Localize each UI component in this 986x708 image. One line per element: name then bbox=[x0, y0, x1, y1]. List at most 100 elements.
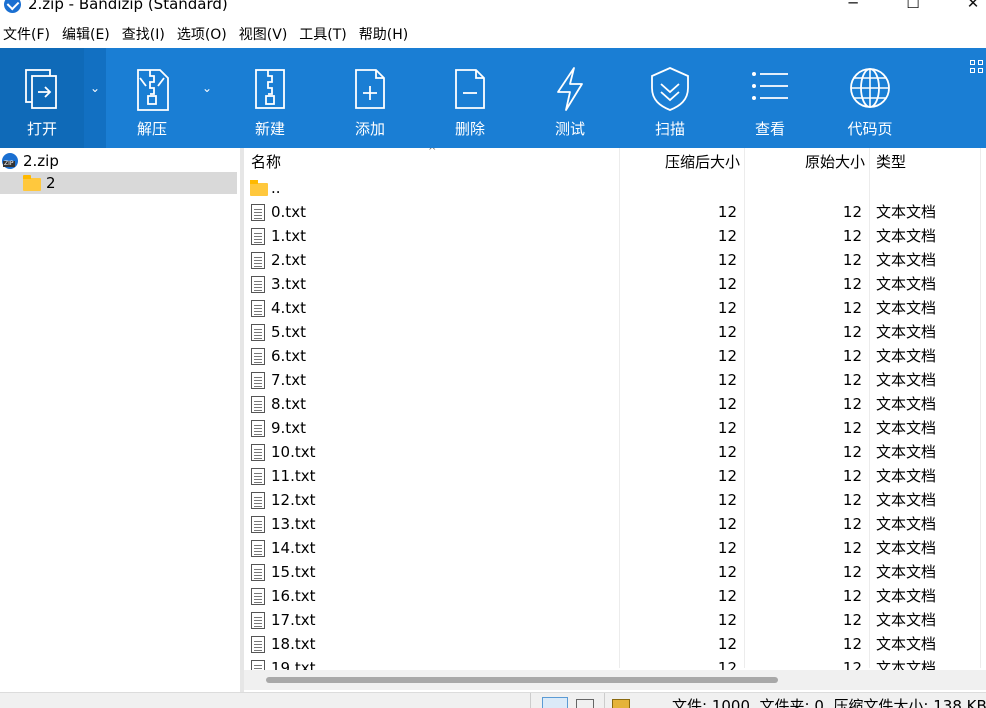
new-button[interactable]: 新建 bbox=[230, 48, 310, 148]
folder-icon bbox=[23, 175, 41, 191]
file-row[interactable]: 10.txt 12 12 文本文档 bbox=[244, 440, 986, 464]
compressed-size: 12 bbox=[717, 587, 737, 605]
text-file-icon bbox=[251, 516, 265, 533]
menu-file[interactable]: 文件(F) bbox=[0, 24, 56, 46]
file-row[interactable]: 4.txt 12 12 文本文档 bbox=[244, 296, 986, 320]
original-size: 12 bbox=[842, 611, 862, 629]
compressed-size: 12 bbox=[717, 539, 737, 557]
codepage-label: 代码页 bbox=[847, 120, 893, 138]
text-file-icon bbox=[251, 300, 265, 317]
file-row[interactable]: 16.txt 12 12 文本文档 bbox=[244, 584, 986, 608]
file-type: 文本文档 bbox=[876, 299, 937, 317]
text-file-icon bbox=[251, 444, 265, 461]
add-file-icon bbox=[355, 69, 385, 109]
zip-archive-icon bbox=[2, 153, 18, 169]
menu-find[interactable]: 查找(I) bbox=[119, 24, 171, 46]
file-row[interactable]: 1.txt 12 12 文本文档 bbox=[244, 224, 986, 248]
file-row[interactable]: 3.txt 12 12 文本文档 bbox=[244, 272, 986, 296]
file-row[interactable]: 18.txt 12 12 文本文档 bbox=[244, 632, 986, 656]
file-type: 文本文档 bbox=[876, 515, 937, 533]
file-row[interactable]: 12.txt 12 12 文本文档 bbox=[244, 488, 986, 512]
file-name: 1.txt bbox=[271, 227, 306, 245]
layout-grid-icon[interactable] bbox=[970, 60, 984, 74]
text-file-icon bbox=[251, 204, 265, 221]
maximize-button[interactable]: ☐ bbox=[890, 0, 936, 14]
menu-tools[interactable]: 工具(T) bbox=[296, 24, 352, 46]
file-name: 17.txt bbox=[271, 611, 316, 629]
file-type: 文本文档 bbox=[876, 395, 937, 413]
menu-view[interactable]: 视图(V) bbox=[236, 24, 294, 46]
file-row[interactable]: 15.txt 12 12 文本文档 bbox=[244, 560, 986, 584]
file-name: 8.txt bbox=[271, 395, 306, 413]
file-row[interactable]: 8.txt 12 12 文本文档 bbox=[244, 392, 986, 416]
column-header-name[interactable]: 名称 bbox=[251, 148, 281, 176]
details-view-icon[interactable] bbox=[542, 697, 568, 708]
minimize-button[interactable]: ─ bbox=[830, 0, 876, 14]
file-row[interactable]: 11.txt 12 12 文本文档 bbox=[244, 464, 986, 488]
bandizip-logo-icon bbox=[4, 0, 21, 13]
file-name: 6.txt bbox=[271, 347, 306, 365]
column-header-original[interactable]: 原始大小 bbox=[805, 148, 865, 176]
delete-label: 删除 bbox=[454, 120, 485, 138]
open-button[interactable]: 打开 bbox=[0, 48, 84, 148]
tree-item-archive[interactable]: 2.zip bbox=[0, 150, 237, 172]
compressed-size: 12 bbox=[717, 491, 737, 509]
file-name: 5.txt bbox=[271, 323, 306, 341]
original-size: 12 bbox=[842, 371, 862, 389]
tree-item-label: 2 bbox=[46, 174, 56, 192]
original-size: 12 bbox=[842, 443, 862, 461]
tree-item-label: 2.zip bbox=[23, 152, 59, 170]
file-row[interactable]: 17.txt 12 12 文本文档 bbox=[244, 608, 986, 632]
compressed-size: 12 bbox=[717, 611, 737, 629]
test-button[interactable]: 测试 bbox=[530, 48, 610, 148]
column-header-compressed[interactable]: 压缩后大小 bbox=[665, 148, 740, 176]
file-type: 文本文档 bbox=[876, 587, 937, 605]
file-row[interactable]: 6.txt 12 12 文本文档 bbox=[244, 344, 986, 368]
new-label: 新建 bbox=[254, 120, 285, 138]
scan-button[interactable]: 扫描 bbox=[630, 48, 710, 148]
list-view-icon[interactable] bbox=[576, 699, 594, 708]
file-name: 13.txt bbox=[271, 515, 316, 533]
compressed-size: 12 bbox=[717, 563, 737, 581]
parent-folder-row[interactable]: .. bbox=[244, 176, 986, 200]
delete-button[interactable]: 删除 bbox=[430, 48, 510, 148]
open-dropdown-arrow[interactable]: ⌄ bbox=[84, 48, 106, 148]
compressed-size: 12 bbox=[717, 299, 737, 317]
close-button[interactable]: ✕ bbox=[950, 0, 986, 14]
file-row[interactable]: 14.txt 12 12 文本文档 bbox=[244, 536, 986, 560]
file-type: 文本文档 bbox=[876, 539, 937, 557]
menu-edit[interactable]: 编辑(E) bbox=[59, 24, 116, 46]
codepage-button[interactable]: 代码页 bbox=[830, 48, 910, 148]
tree-item-folder[interactable]: 2 bbox=[0, 172, 237, 194]
menu-options[interactable]: 选项(O) bbox=[174, 24, 233, 46]
add-button[interactable]: 添加 bbox=[330, 48, 410, 148]
list-view-icon bbox=[752, 72, 788, 100]
text-file-icon bbox=[251, 420, 265, 437]
file-type: 文本文档 bbox=[876, 227, 937, 245]
compressed-size: 12 bbox=[717, 203, 737, 221]
file-row[interactable]: 13.txt 12 12 文本文档 bbox=[244, 512, 986, 536]
extract-button[interactable]: 解压 bbox=[112, 48, 192, 148]
menu-help[interactable]: 帮助(H) bbox=[356, 24, 414, 46]
view-button[interactable]: 查看 bbox=[730, 48, 810, 148]
extract-dropdown-arrow[interactable]: ⌄ bbox=[196, 48, 218, 148]
file-row[interactable]: 9.txt 12 12 文本文档 bbox=[244, 416, 986, 440]
scrollbar-thumb[interactable] bbox=[266, 677, 778, 683]
column-header-type[interactable]: 类型 bbox=[876, 148, 906, 176]
file-row[interactable]: 5.txt 12 12 文本文档 bbox=[244, 320, 986, 344]
original-size: 12 bbox=[842, 515, 862, 533]
file-row[interactable]: 7.txt 12 12 文本文档 bbox=[244, 368, 986, 392]
file-list: 名称 ^ 压缩后大小 原始大小 类型 .. 0.txt 12 12 文本文档 1.txt… bbox=[244, 148, 986, 692]
text-file-icon bbox=[251, 588, 265, 605]
file-name: 2.txt bbox=[271, 251, 306, 269]
file-name: 15.txt bbox=[271, 563, 316, 581]
file-row[interactable]: 2.txt 12 12 文本文档 bbox=[244, 248, 986, 272]
compressed-size: 12 bbox=[717, 467, 737, 485]
file-row[interactable]: 0.txt 12 12 文本文档 bbox=[244, 200, 986, 224]
horizontal-scrollbar[interactable] bbox=[244, 670, 986, 690]
toolbar: 打开 ⌄ 解压 ⌄ 新建 添加 删除 测试 扫描 查看 代码页 bbox=[0, 48, 986, 148]
sort-ascending-icon: ^ bbox=[428, 148, 437, 157]
original-size: 12 bbox=[842, 227, 862, 245]
shield-icon bbox=[651, 67, 689, 111]
file-name: 10.txt bbox=[271, 443, 316, 461]
